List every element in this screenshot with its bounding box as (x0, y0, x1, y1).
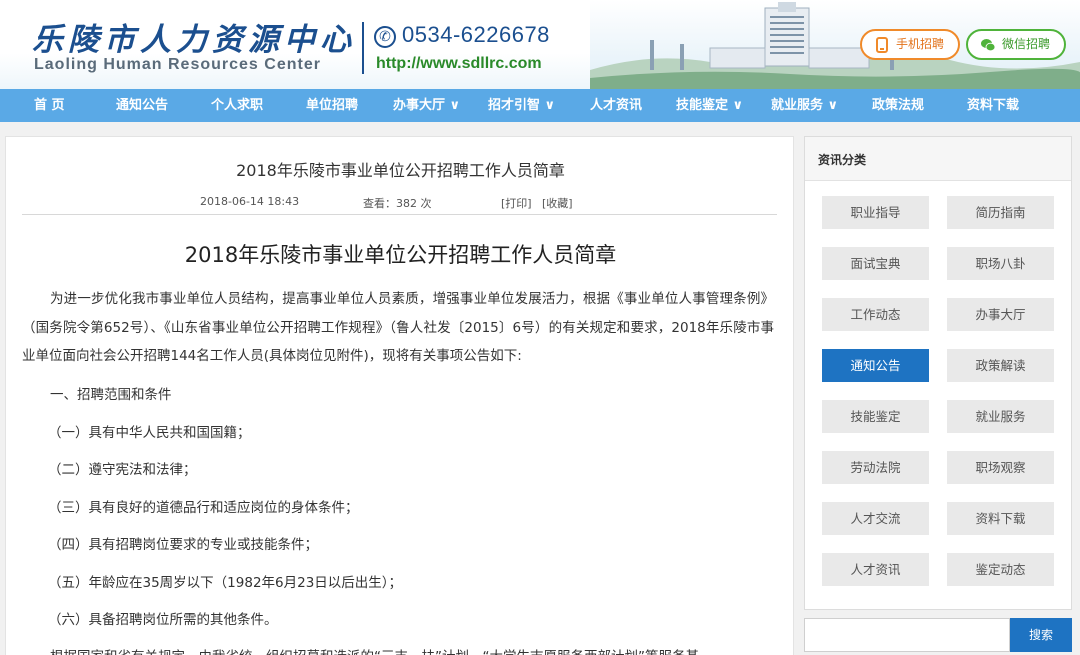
category-resume-guide[interactable]: 简历指南 (947, 196, 1054, 229)
mobile-recruit-button[interactable]: 手机招聘 (860, 29, 960, 60)
site-url[interactable]: http://www.sdllrc.com (376, 55, 542, 73)
mobile-phone-icon (876, 37, 888, 53)
category-sidebar: 资讯分类 职业指导 简历指南 面试宝典 职场八卦 工作动态 办事大厅 通知公告 … (804, 136, 1072, 610)
sidebar-header: 资讯分类 (805, 137, 1071, 181)
nav-employer-recruit[interactable]: 单位招聘 (306, 89, 358, 122)
condition-item: （五）年龄应在35周岁以下（1982年6月23日以后出生）； (48, 575, 403, 591)
category-talent-exchange[interactable]: 人才交流 (822, 502, 929, 535)
nav-downloads[interactable]: 资料下载 (967, 89, 1019, 122)
condition-item: （三）具有良好的道德品行和适应岗位的身体条件； (48, 500, 359, 516)
nav-employment-service[interactable]: 就业服务 ∨ (771, 89, 838, 122)
search-button[interactable]: 搜索 (1010, 618, 1072, 652)
condition-item: （一）具有中华人民共和国国籍； (48, 425, 251, 441)
meta-divider (22, 214, 777, 215)
article-title: 2018年乐陵市事业单位公开招聘工作人员简章 (236, 161, 565, 180)
nav-policies[interactable]: 政策法规 (872, 89, 924, 122)
logo-chinese[interactable]: 乐陵市人力资源中心 (32, 14, 356, 59)
wechat-recruit-button[interactable]: 微信招聘 (966, 29, 1066, 60)
nav-talent-intro[interactable]: 招才引智 ∨ (488, 89, 555, 122)
logo-divider (362, 22, 364, 74)
category-labor-court[interactable]: 劳动法院 (822, 451, 929, 484)
favorite-link[interactable]: [收藏] (542, 195, 573, 211)
hotline-number: 0534-6226678 (402, 22, 550, 47)
nav-job-seeking[interactable]: 个人求职 (211, 89, 263, 122)
logo-english[interactable]: Laoling Human Resources Center (34, 56, 321, 74)
article-date: 2018-06-14 18:43 (200, 195, 300, 208)
category-work-updates[interactable]: 工作动态 (822, 298, 929, 331)
sidebar-title: 资讯分类 (818, 153, 867, 167)
nav-service-hall[interactable]: 办事大厅 ∨ (393, 89, 460, 122)
category-career-guidance[interactable]: 职业指导 (822, 196, 929, 229)
category-service-hall[interactable]: 办事大厅 (947, 298, 1054, 331)
category-skill-appraisal[interactable]: 技能鉴定 (822, 400, 929, 433)
nav-talent-news[interactable]: 人才资讯 (590, 89, 642, 122)
condition-item: （二）遵守宪法和法律； (48, 462, 197, 478)
article-views: 查看：382 次 (363, 197, 432, 210)
print-link[interactable]: [打印] (501, 195, 532, 211)
article-heading: 2018年乐陵市事业单位公开招聘工作人员简章 (184, 243, 617, 267)
wechat-recruit-label: 微信招聘 (1002, 37, 1051, 51)
site-header: 乐陵市人力资源中心 Laoling Human Resources Center… (0, 0, 1080, 89)
category-interview-tips[interactable]: 面试宝典 (822, 247, 929, 280)
nav-skill-appraisal[interactable]: 技能鉴定 ∨ (676, 89, 743, 122)
condition-item: （四）具有招聘岗位要求的专业或技能条件； (48, 537, 318, 553)
wechat-icon (981, 39, 996, 52)
category-policy-interpretation[interactable]: 政策解读 (947, 349, 1054, 382)
nav-notices[interactable]: 通知公告 (116, 89, 168, 122)
category-workplace-gossip[interactable]: 职场八卦 (947, 247, 1054, 280)
category-employment-service[interactable]: 就业服务 (947, 400, 1054, 433)
category-workplace-observation[interactable]: 职场观察 (947, 451, 1054, 484)
condition-item: （六）具备招聘岗位所需的其他条件。 (48, 612, 278, 628)
article-intro: 为进一步优化我市事业单位人员结构，提高事业单位人员素质，增强事业单位发展活力，根… (22, 291, 774, 364)
article-panel: 2018年乐陵市事业单位公开招聘工作人员简章 2018-06-14 18:43 … (5, 136, 794, 655)
category-appraisal-news[interactable]: 鉴定动态 (947, 553, 1054, 586)
nav-home[interactable]: 首 页 (34, 89, 65, 122)
phone-icon: ✆ (374, 26, 396, 48)
section-heading: 一、招聘范围和条件 (50, 387, 172, 403)
category-downloads[interactable]: 资料下载 (947, 502, 1054, 535)
mobile-recruit-label: 手机招聘 (896, 37, 945, 51)
article-paragraph: 根据国家和省有关规定，由我省统一组织招募和选派的“三支一扶”计划、“大学生志愿服… (50, 645, 699, 655)
category-notices[interactable]: 通知公告 (822, 349, 929, 382)
search-input[interactable] (804, 618, 1010, 652)
main-nav: 首 页 通知公告 个人求职 单位招聘 办事大厅 ∨ 招才引智 ∨ 人才资讯 技能… (0, 89, 1080, 122)
category-talent-news[interactable]: 人才资讯 (822, 553, 929, 586)
